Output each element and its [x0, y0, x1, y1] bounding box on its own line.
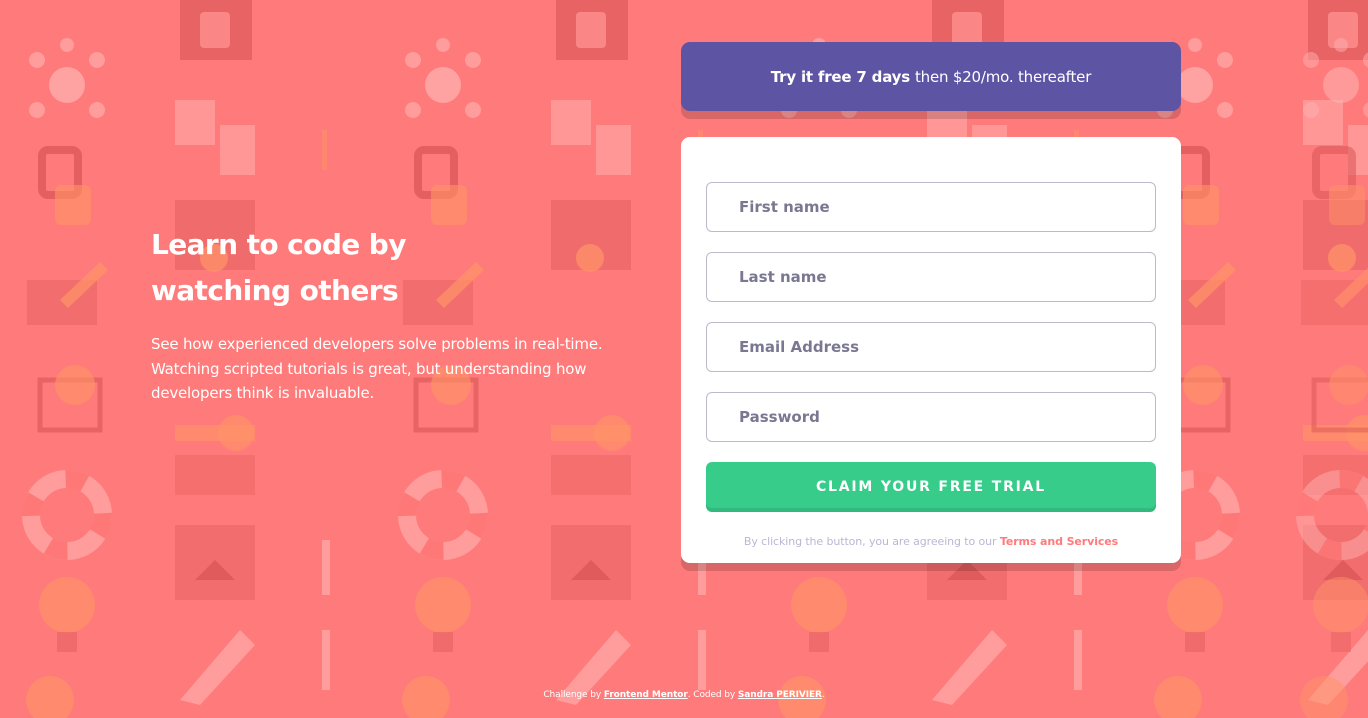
email-input[interactable]	[706, 322, 1156, 372]
intro-heading: Learn to code by watching others	[151, 228, 407, 307]
signup-form: Claim your free trial By clicking the bu…	[681, 137, 1181, 563]
offer-bold-text: Try it free 7 days	[770, 67, 910, 86]
password-input[interactable]	[706, 392, 1156, 442]
terms-link[interactable]: Terms and Services	[1000, 535, 1118, 548]
footer-suffix: .	[821, 690, 825, 700]
author-link[interactable]: Sandra PERIVIER	[738, 690, 822, 700]
first-name-input[interactable]	[706, 182, 1156, 232]
offer-rest-text: then $20/mo. thereafter	[914, 67, 1092, 86]
frontend-mentor-link[interactable]: Frontend Mentor	[604, 690, 688, 700]
attribution-footer: Challenge by Frontend Mentor. Coded by S…	[0, 690, 1368, 700]
terms-text: By clicking the button, you are agreeing…	[706, 535, 1156, 548]
offer-banner: Try it free 7 days then $20/mo. thereaft…	[681, 42, 1181, 111]
intro-section: Learn to code by watching others See how…	[151, 222, 651, 406]
intro-description: See how experienced developers solve pro…	[151, 335, 603, 402]
terms-prefix: By clicking the button, you are agreeing…	[743, 535, 997, 548]
footer-challenge-prefix: Challenge by	[543, 690, 602, 700]
footer-coded-prefix: . Coded by	[687, 690, 736, 700]
claim-trial-button[interactable]: Claim your free trial	[706, 462, 1156, 512]
last-name-input[interactable]	[706, 252, 1156, 302]
